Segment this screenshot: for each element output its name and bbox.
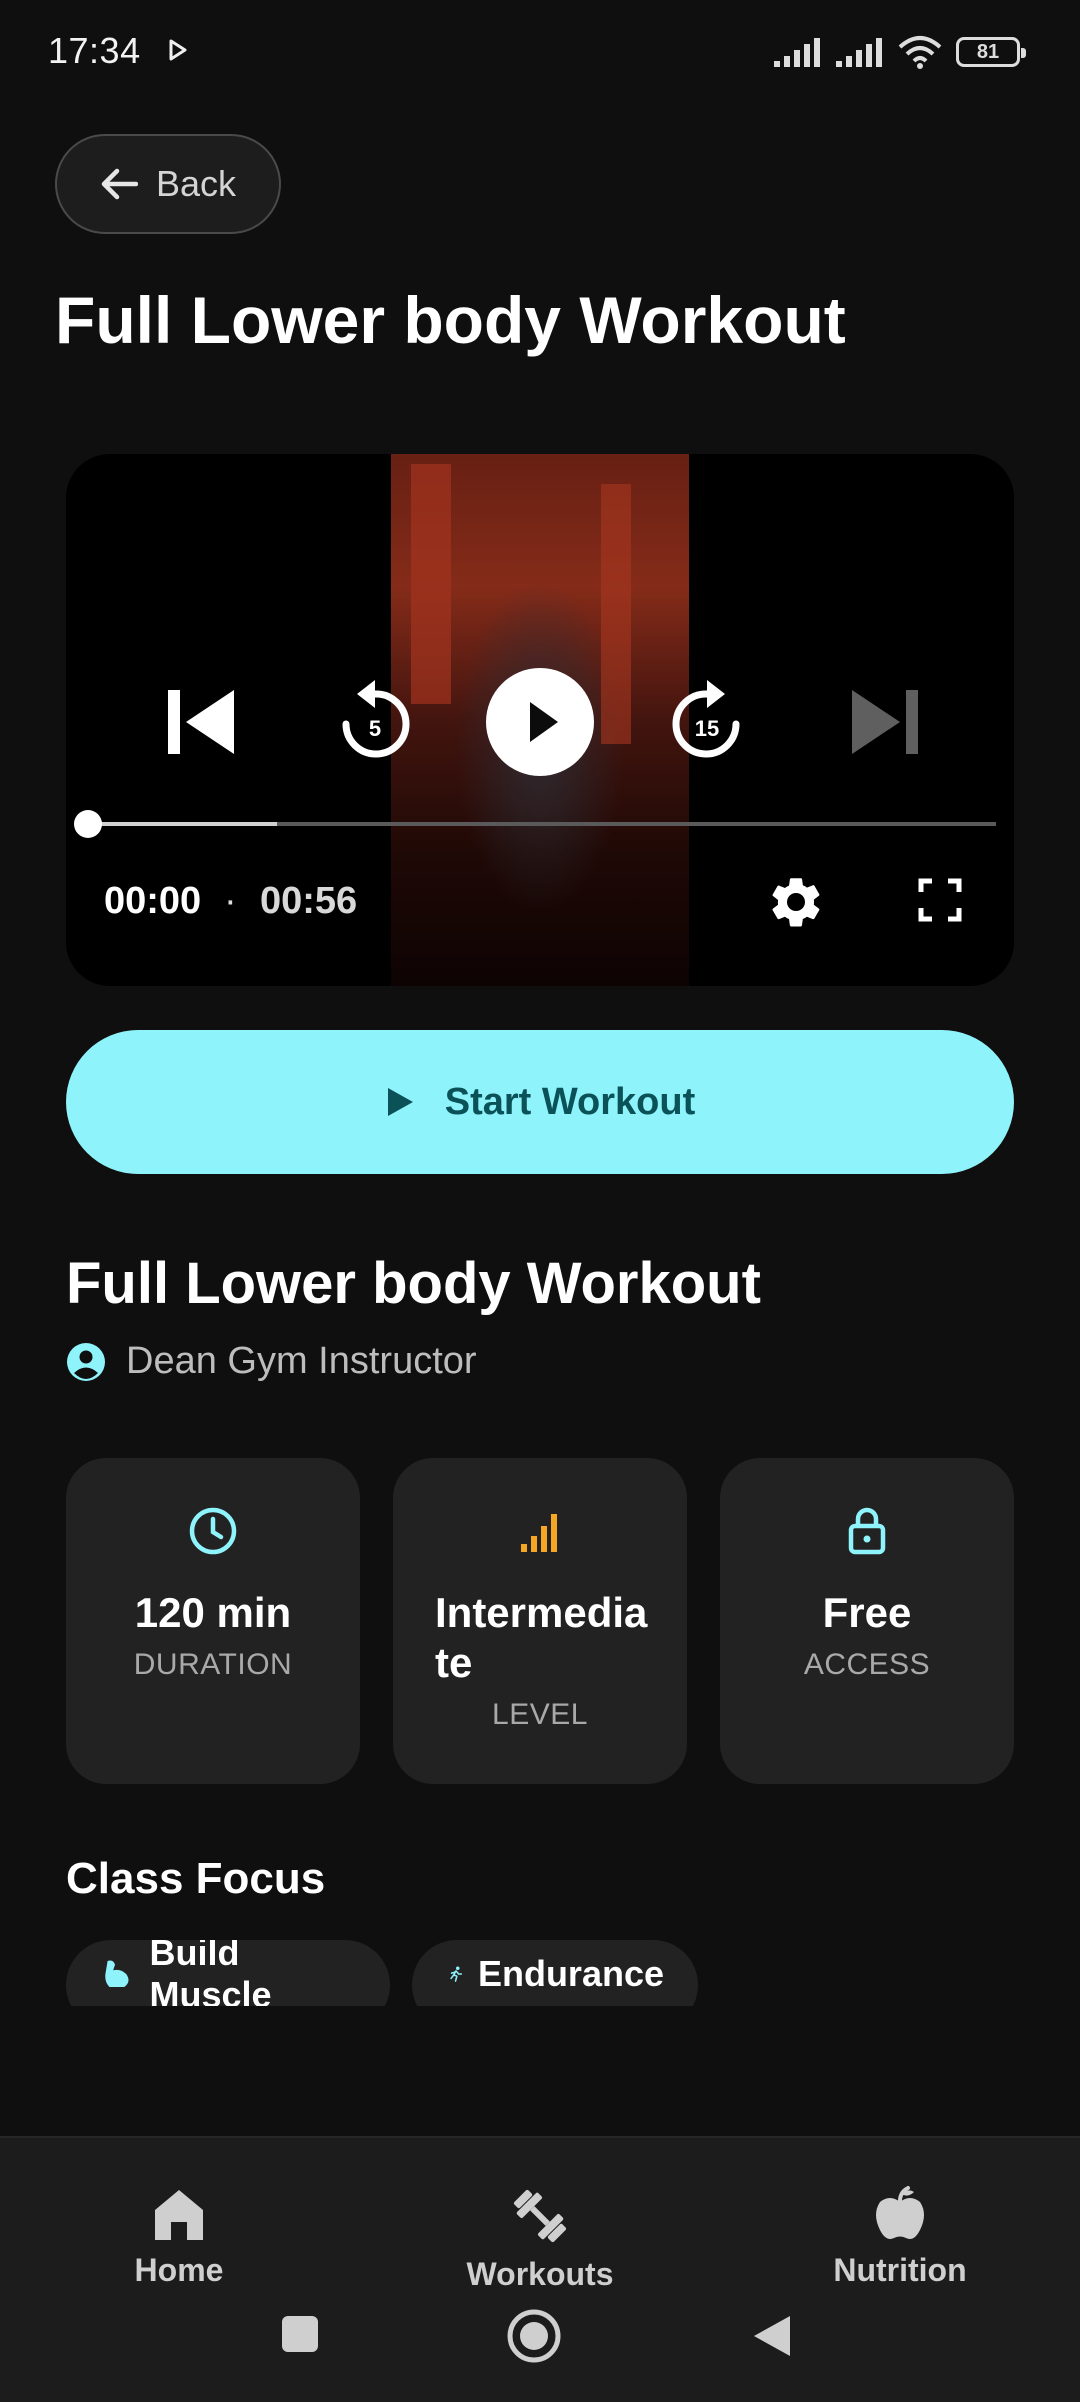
workout-title: Full Lower body Workout <box>66 1251 761 1316</box>
skip-next-icon[interactable] <box>844 682 924 762</box>
clock-icon <box>189 1507 237 1555</box>
play-icon <box>530 702 558 742</box>
media-playing-icon <box>169 39 187 61</box>
progress-knob[interactable] <box>74 810 102 838</box>
signal-icon <box>774 38 820 67</box>
status-time: 17:34 <box>48 30 141 71</box>
chip-endurance[interactable]: Endurance <box>412 1940 698 2006</box>
start-workout-label: Start Workout <box>444 1080 696 1123</box>
runner-icon <box>450 1966 463 1982</box>
video-player[interactable]: 5 15 00:00 · 00:56 <box>66 454 1014 986</box>
nav-home-label: Home <box>134 2252 224 2288</box>
svg-text:5: 5 <box>369 716 381 741</box>
battery-level: 81 <box>976 40 1000 63</box>
arrow-left-icon <box>101 168 138 200</box>
back-system-button[interactable] <box>752 2314 792 2358</box>
back-button[interactable]: Back <box>55 134 281 234</box>
nav-home[interactable]: Home <box>69 2184 289 2289</box>
battery-icon: 81 <box>956 37 1026 67</box>
duration-card: 120 min DURATION <box>66 1458 360 1784</box>
signal-icon-2 <box>836 38 882 67</box>
duration-value: 120 min <box>134 1589 292 1636</box>
bottom-navigation: Home Workouts Nutrition <box>0 2136 1080 2402</box>
play-button[interactable] <box>486 668 594 776</box>
chip-label: Build Muscle <box>149 1940 272 2006</box>
time-separator: · <box>224 880 237 922</box>
forward-button[interactable]: 15 <box>662 678 752 768</box>
apple-icon <box>876 2186 924 2239</box>
level-value: Intermedia te <box>435 1589 648 1686</box>
play-icon <box>387 1088 413 1116</box>
nav-workouts[interactable]: Workouts <box>430 2184 650 2293</box>
skip-previous-icon[interactable] <box>162 682 242 762</box>
level-label: LEVEL <box>492 1698 588 1731</box>
progress-buffer <box>86 822 277 826</box>
total-time: 00:56 <box>260 880 358 922</box>
page-title: Full Lower body Workout <box>55 283 846 357</box>
rewind-button[interactable]: 5 <box>330 678 420 768</box>
fast-forward-icon: 15 <box>672 680 740 758</box>
home-system-button[interactable] <box>506 2308 562 2364</box>
wifi-icon <box>898 36 942 69</box>
focus-chips: Build Muscle Endurance <box>66 1940 1014 2006</box>
account-circle-icon <box>67 1342 105 1381</box>
signal-bars-icon <box>521 1514 557 1552</box>
recents-button[interactable] <box>280 2314 320 2354</box>
svg-text:15: 15 <box>695 716 719 741</box>
rewind-icon: 5 <box>342 680 410 758</box>
level-card: Intermedia te LEVEL <box>393 1458 687 1784</box>
nav-nutrition[interactable]: Nutrition <box>790 2184 1010 2289</box>
access-card: Free ACCESS <box>720 1458 1014 1784</box>
back-label: Back <box>155 163 237 204</box>
settings-gear-icon[interactable] <box>766 872 826 932</box>
instructor-name: Dean Gym Instructor <box>126 1340 477 1382</box>
access-value: Free <box>822 1589 912 1636</box>
start-workout-button[interactable]: Start Workout <box>66 1030 1014 1174</box>
nav-workouts-label: Workouts <box>466 2256 614 2292</box>
access-label: ACCESS <box>803 1648 931 1681</box>
current-time: 00:00 <box>104 880 202 922</box>
status-icons: 81 <box>774 32 1026 72</box>
instructor: Dean Gym Instructor <box>66 1340 477 1383</box>
home-icon <box>155 2190 203 2240</box>
bicep-icon <box>105 1960 129 1988</box>
chip-build-muscle[interactable]: Build Muscle <box>66 1940 390 2006</box>
chip-label: Endurance <box>477 1953 664 1994</box>
duration-label: DURATION <box>133 1648 293 1681</box>
class-focus-title: Class Focus <box>66 1854 326 1903</box>
dumbbell-icon <box>513 2189 567 2243</box>
unlock-icon <box>848 1507 886 1555</box>
fullscreen-icon[interactable] <box>918 878 962 922</box>
nav-nutrition-label: Nutrition <box>833 2252 967 2288</box>
